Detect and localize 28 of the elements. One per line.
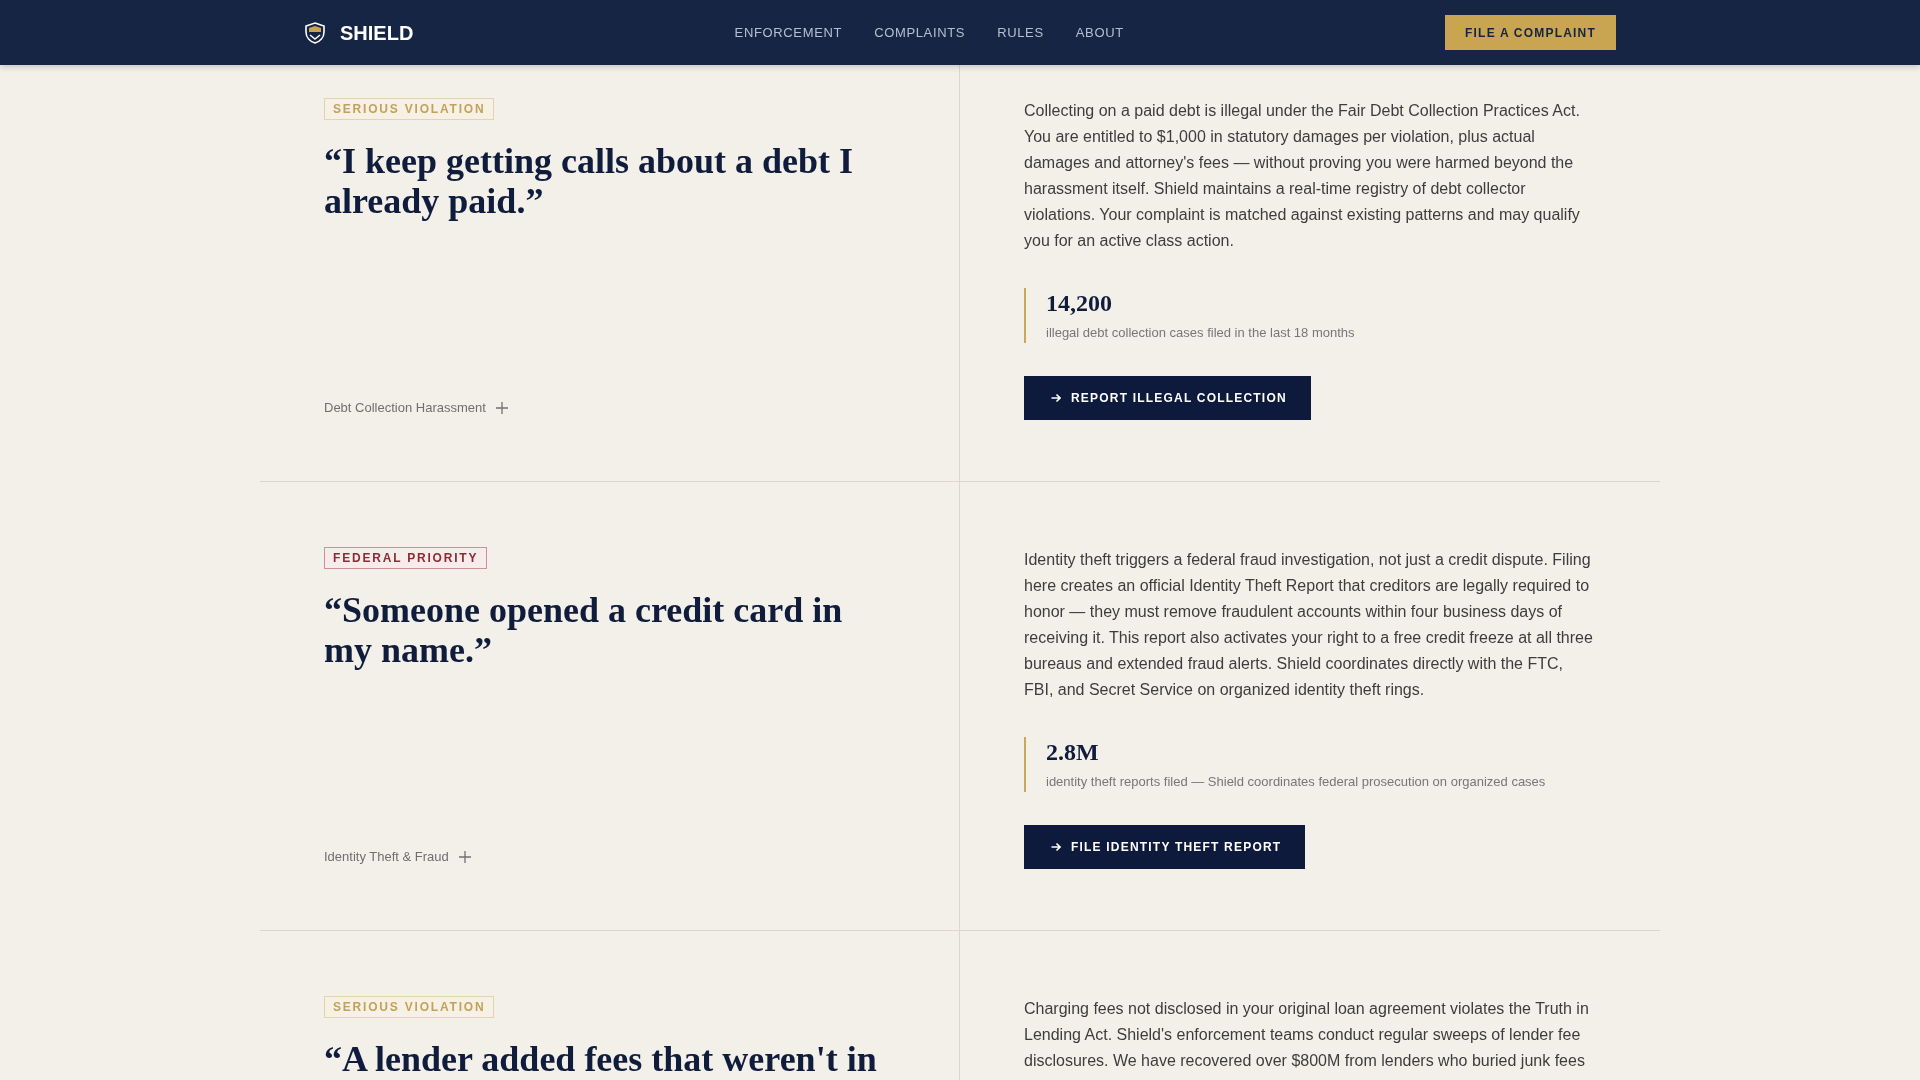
nav-link[interactable]: RULES (997, 23, 1044, 42)
stat-value: 2.8M (1046, 738, 1100, 767)
case-description: Collecting on a paid debt is illegal under the Fair Debt Collection Practices Act. You are entitled to $1,000 in statutory damages per violation, plus actual damages and attorney's fees — without proving you were harmed beyond the harassment itself. Shield maintains a real-time registry of debt collector violations. Your complaint is matched against existing patterns and may qualify you for an active class action. (1024, 101, 1581, 251)
action-button[interactable]: FILE IDENTITY THEFT REPORT (1024, 825, 1306, 869)
case-description: Charging fees not disclosed in your original loan agreement violates the Truth in Lending Act. Shield's enforcement teams conduct regular sweeps of lender fee disclosures. We have recovered over $800M from lenders who buried junk fees (1024, 999, 1590, 1071)
cta-button[interactable]: FILE A COMPLAINT (1445, 15, 1616, 50)
nav-link[interactable]: ABOUT (1075, 23, 1124, 42)
action-button[interactable]: REPORT ILLEGAL COLLECTION (1024, 376, 1311, 420)
severity-tag: SERIOUS VIOLATION (324, 996, 495, 1018)
stat-value: 14,200 (1046, 289, 1113, 318)
severity-tag: SERIOUS VIOLATION (324, 98, 495, 120)
arrow-right-icon (1051, 842, 1061, 852)
nav-link[interactable]: COMPLAINTS (874, 23, 966, 42)
arrow-right-icon (1051, 393, 1061, 403)
quote-heading: “Someone opened a credit card in my name.” (324, 590, 844, 670)
nav-link[interactable]: ENFORCEMENT (734, 23, 843, 42)
category-toggle[interactable]: Identity Theft & Fraud (324, 847, 471, 867)
plus-icon (458, 851, 471, 863)
severity-tag: FEDERAL PRIORITY (324, 547, 488, 569)
category-toggle[interactable]: Debt Collection Harassment (324, 398, 508, 418)
quote-heading: “A lender added fees that weren't in (324, 1039, 877, 1079)
stat-caption: identity theft reports filed — Shield coordinates federal prosecution on organized cases (1046, 773, 1546, 791)
stat-caption: illegal debt collection cases filed in the last 18 months (1046, 324, 1355, 342)
case-description: Identity theft triggers a federal fraud investigation, not just a credit dispute. Filing here creates an official Identity Theft Report that creditors are legally required to honor — they must remove fraudulent accounts within four business days of receiving it. This report also activates your right to a free credit freeze at all three bureaus and extended fraud alerts. Shield coordinates directly with the FTC, FBI, and Secret Service on organized identity theft rings. (1024, 550, 1594, 700)
shield-icon[interactable] (304, 21, 326, 44)
plus-icon (495, 402, 508, 414)
quote-heading: “I keep getting calls about a debt I already paid.” (324, 141, 855, 221)
brand-name[interactable]: SHIELD (340, 20, 414, 45)
